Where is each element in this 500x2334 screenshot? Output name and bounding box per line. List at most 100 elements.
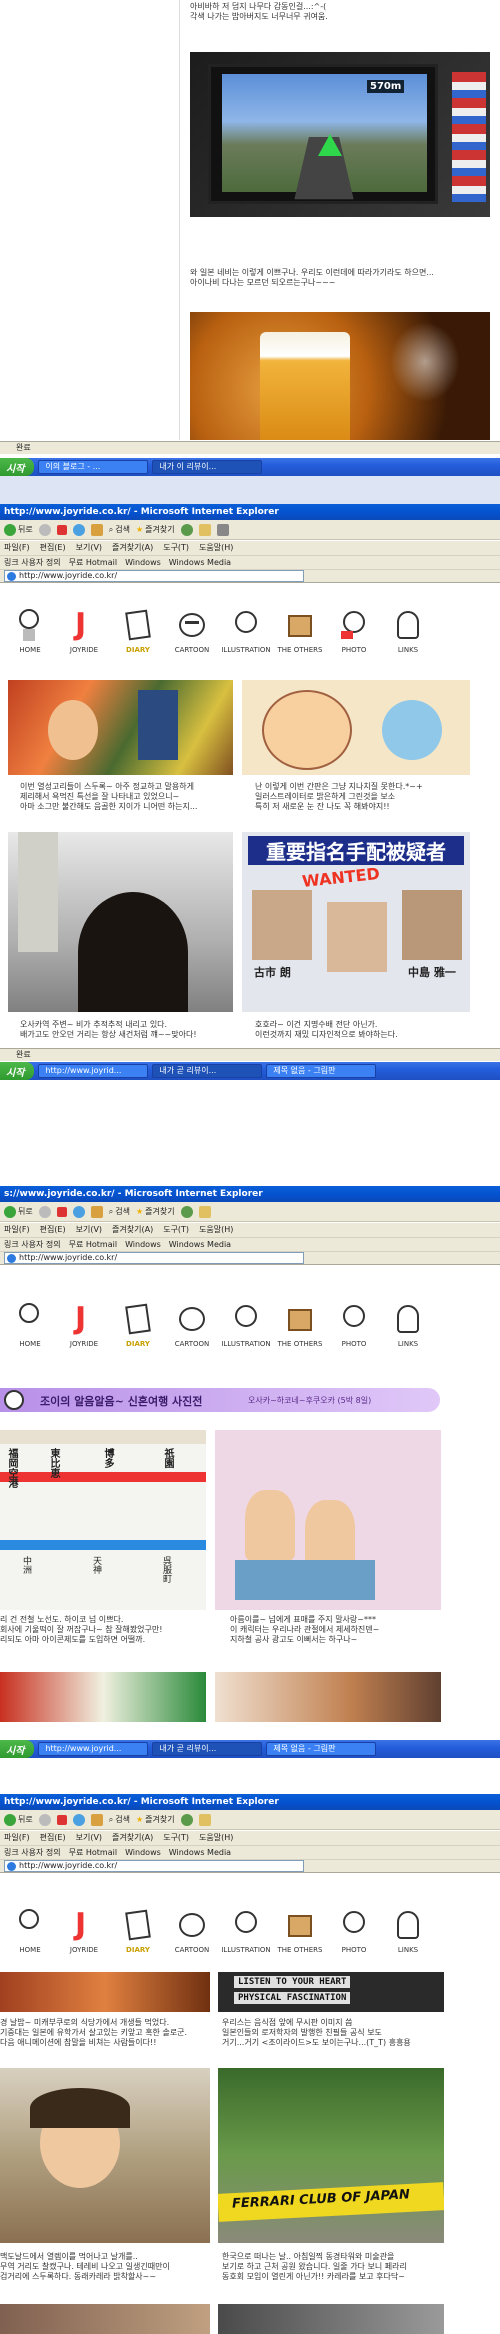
menu-edit[interactable]: 편집(E) bbox=[40, 1223, 66, 1237]
home-button[interactable] bbox=[90, 523, 103, 536]
menu-edit[interactable]: 편집(E) bbox=[40, 541, 66, 555]
media-button[interactable] bbox=[180, 523, 193, 536]
menu-file[interactable]: 파일(F) bbox=[4, 541, 30, 555]
nav-the-others[interactable]: THE OTHERS bbox=[274, 1898, 326, 1954]
nav-links[interactable]: LINKS bbox=[382, 1292, 434, 1348]
address-input[interactable]: http://www.joyride.co.kr/ bbox=[4, 1252, 304, 1264]
menu-favorites[interactable]: 즐겨찾기(A) bbox=[112, 1831, 153, 1845]
search-button[interactable]: ⌕ 검색 bbox=[109, 524, 130, 535]
menu-favorites[interactable]: 즐겨찾기(A) bbox=[112, 541, 153, 555]
address-input[interactable]: http://www.joyride.co.kr/ bbox=[4, 1860, 304, 1872]
nav-photo[interactable]: PHOTO bbox=[328, 1898, 380, 1954]
menu-help[interactable]: 도움말(H) bbox=[199, 1223, 233, 1237]
home-button[interactable] bbox=[90, 1205, 103, 1218]
taskbar-item[interactable]: 이의 블로그 - ... bbox=[38, 460, 149, 474]
nav-cartoon[interactable]: CARTOON bbox=[166, 598, 218, 654]
link-windows-media[interactable]: Windows Media bbox=[169, 556, 231, 569]
forward-button[interactable] bbox=[38, 523, 51, 536]
print-button[interactable] bbox=[216, 523, 229, 536]
back-button[interactable]: 뒤로 bbox=[4, 523, 33, 536]
media-button[interactable] bbox=[180, 1813, 193, 1826]
forward-button[interactable] bbox=[38, 1813, 51, 1826]
link-windows[interactable]: Windows bbox=[125, 556, 161, 569]
menu-tools[interactable]: 도구(T) bbox=[163, 1223, 189, 1237]
link-hotmail[interactable]: 무료 Hotmail bbox=[69, 556, 117, 569]
link-windows-media[interactable]: Windows Media bbox=[169, 1238, 231, 1251]
nav-home[interactable]: HOME bbox=[4, 1292, 56, 1348]
mail-button[interactable] bbox=[198, 1813, 211, 1826]
start-button[interactable]: 시작 bbox=[0, 1062, 35, 1080]
nav-links[interactable]: LINKS bbox=[382, 1898, 434, 1954]
taskbar-item[interactable]: 제목 없음 - 그림판 bbox=[266, 1064, 377, 1078]
taskbar-item[interactable]: 제목 없음 - 그림판 bbox=[266, 1742, 377, 1756]
refresh-button[interactable] bbox=[72, 1813, 85, 1826]
ie-titlebar[interactable]: s://www.joyride.co.kr/ - Microsoft Inter… bbox=[0, 1186, 500, 1202]
nav-joyride[interactable]: J JOYRIDE bbox=[58, 1898, 110, 1955]
nav-the-others[interactable]: THE OTHERS bbox=[274, 598, 326, 654]
nav-links[interactable]: LINKS bbox=[382, 598, 434, 654]
nav-diary[interactable]: DIARY bbox=[112, 1898, 164, 1954]
stop-button[interactable] bbox=[56, 524, 67, 535]
favorites-button[interactable]: ★ 즐겨찾기 bbox=[136, 1206, 175, 1217]
nav-diary[interactable]: DIARY bbox=[112, 598, 164, 654]
refresh-button[interactable] bbox=[72, 523, 85, 536]
search-button[interactable]: ⌕ 검색 bbox=[109, 1814, 130, 1825]
nav-illustration[interactable]: ILLUSTRATION bbox=[220, 598, 272, 654]
mail-button[interactable] bbox=[198, 1205, 211, 1218]
photo-illustrated-sign bbox=[242, 680, 470, 775]
favorites-button[interactable]: ★ 즐겨찾기 bbox=[136, 524, 175, 535]
menu-file[interactable]: 파일(F) bbox=[4, 1223, 30, 1237]
nav-photo[interactable]: PHOTO bbox=[328, 1292, 380, 1348]
media-button[interactable] bbox=[180, 1205, 193, 1218]
address-input[interactable]: http://www.joyride.co.kr/ bbox=[4, 570, 304, 582]
stop-button[interactable] bbox=[56, 1814, 67, 1825]
menu-tools[interactable]: 도구(T) bbox=[163, 1831, 189, 1845]
menu-edit[interactable]: 편집(E) bbox=[40, 1831, 66, 1845]
link-windows[interactable]: Windows bbox=[125, 1846, 161, 1859]
search-button[interactable]: ⌕ 검색 bbox=[109, 1206, 130, 1217]
link-customize[interactable]: 링크 사용자 정의 bbox=[4, 556, 61, 569]
taskbar-item[interactable]: http://www.joyrid... bbox=[38, 1742, 149, 1756]
back-button[interactable]: 뒤로 bbox=[4, 1813, 33, 1826]
ie-titlebar[interactable]: http://www.joyride.co.kr/ - Microsoft In… bbox=[0, 1794, 500, 1810]
link-customize[interactable]: 링크 사용자 정의 bbox=[4, 1238, 61, 1251]
start-button[interactable]: 시작 bbox=[0, 458, 35, 476]
taskbar-item[interactable]: 내가 이 리뷰이... bbox=[152, 460, 263, 474]
menu-favorites[interactable]: 즐겨찾기(A) bbox=[112, 1223, 153, 1237]
menu-view[interactable]: 보기(V) bbox=[76, 1831, 102, 1845]
favorites-button[interactable]: ★ 즐겨찾기 bbox=[136, 1814, 175, 1825]
nav-cartoon[interactable]: CARTOON bbox=[166, 1292, 218, 1348]
link-windows-media[interactable]: Windows Media bbox=[169, 1846, 231, 1859]
mail-button[interactable] bbox=[198, 523, 211, 536]
home-button[interactable] bbox=[90, 1813, 103, 1826]
link-hotmail[interactable]: 무료 Hotmail bbox=[69, 1846, 117, 1859]
nav-home[interactable]: HOME bbox=[4, 598, 56, 654]
nav-photo[interactable]: PHOTO bbox=[328, 598, 380, 654]
stop-button[interactable] bbox=[56, 1206, 67, 1217]
taskbar-item[interactable]: 내가 곧 리뷰이... bbox=[152, 1064, 263, 1078]
link-hotmail[interactable]: 무료 Hotmail bbox=[69, 1238, 117, 1251]
menu-file[interactable]: 파일(F) bbox=[4, 1831, 30, 1845]
taskbar-item[interactable]: http://www.joyrid... bbox=[38, 1064, 149, 1078]
back-button[interactable]: 뒤로 bbox=[4, 1205, 33, 1218]
menu-tools[interactable]: 도구(T) bbox=[163, 541, 189, 555]
nav-cartoon[interactable]: CARTOON bbox=[166, 1898, 218, 1954]
forward-button[interactable] bbox=[38, 1205, 51, 1218]
nav-home[interactable]: HOME bbox=[4, 1898, 56, 1954]
nav-illustration[interactable]: ILLUSTRATION bbox=[220, 1898, 272, 1954]
menu-view[interactable]: 보기(V) bbox=[76, 541, 102, 555]
menu-help[interactable]: 도움말(H) bbox=[199, 1831, 233, 1845]
nav-the-others[interactable]: THE OTHERS bbox=[274, 1292, 326, 1348]
nav-joyride[interactable]: J JOYRIDE bbox=[58, 1292, 110, 1349]
menu-help[interactable]: 도움말(H) bbox=[199, 541, 233, 555]
link-windows[interactable]: Windows bbox=[125, 1238, 161, 1251]
nav-diary[interactable]: DIARY bbox=[112, 1292, 164, 1348]
menu-view[interactable]: 보기(V) bbox=[76, 1223, 102, 1237]
taskbar-item[interactable]: 내가 곧 리뷰이... bbox=[152, 1742, 263, 1756]
refresh-button[interactable] bbox=[72, 1205, 85, 1218]
nav-joyride[interactable]: J JOYRIDE bbox=[58, 598, 110, 655]
ie-titlebar[interactable]: http://www.joyride.co.kr/ - Microsoft In… bbox=[0, 504, 500, 520]
link-customize[interactable]: 링크 사용자 정의 bbox=[4, 1846, 61, 1859]
start-button[interactable]: 시작 bbox=[0, 1740, 35, 1758]
nav-illustration[interactable]: ILLUSTRATION bbox=[220, 1292, 272, 1348]
